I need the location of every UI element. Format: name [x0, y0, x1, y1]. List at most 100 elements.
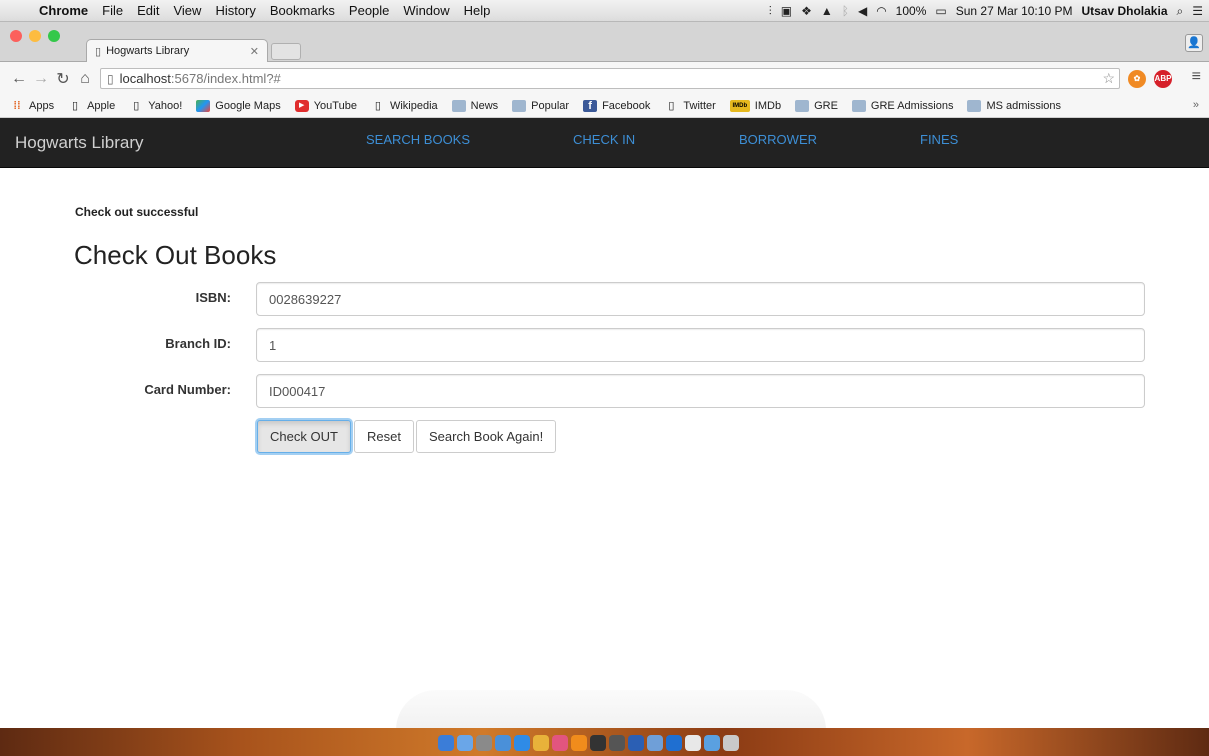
adblock-icon[interactable]: ABP [1154, 70, 1172, 88]
bookmarks-overflow-icon[interactable]: » [1193, 99, 1199, 111]
trash-icon[interactable] [723, 735, 739, 751]
bookmark-star-icon[interactable]: ☆ [1102, 70, 1115, 87]
bookmark-label: GRE Admissions [870, 100, 954, 112]
tab-title: Hogwarts Library [106, 45, 190, 57]
dropbox-icon[interactable]: ❖ [801, 4, 812, 18]
bookmark-label: Apps [29, 100, 55, 112]
reset-button[interactable]: Reset [354, 420, 414, 453]
isbn-input[interactable] [256, 282, 1145, 316]
window-minimize-button[interactable] [29, 30, 41, 42]
sublime-text-icon[interactable] [609, 735, 625, 751]
bookmark-imdb[interactable]: IMDb IMDb [729, 100, 781, 112]
bookmark-youtube[interactable]: ▶ YouTube [294, 100, 357, 112]
launchpad-icon[interactable] [457, 735, 473, 751]
bookmark-google-maps[interactable]: Google Maps [196, 100, 281, 112]
card-number-input[interactable] [256, 374, 1145, 408]
nav-link-check-in[interactable]: CHECK IN [573, 132, 635, 147]
branch-id-label: Branch ID: [165, 336, 231, 351]
bluetooth-icon[interactable]: ᛒ [842, 4, 849, 18]
spotlight-search-icon[interactable]: ⌕ [1177, 4, 1184, 19]
terminal-icon[interactable] [590, 735, 606, 751]
clock[interactable]: Sun 27 Mar 10:10 PM [956, 4, 1073, 18]
bookmark-twitter[interactable]: ▯ Twitter [664, 100, 715, 112]
preview-icon[interactable] [495, 735, 511, 751]
menu-people[interactable]: People [342, 3, 396, 18]
nav-link-fines[interactable]: FINES [920, 132, 958, 147]
wifi-icon[interactable]: ◠ [876, 4, 886, 18]
browser-tab-active[interactable]: ▯ Hogwarts Library ✕ [86, 39, 268, 62]
bookmark-label: Wikipedia [389, 100, 438, 112]
menu-window[interactable]: Window [396, 3, 456, 18]
one-password-icon[interactable] [666, 735, 682, 751]
bookmark-gre[interactable]: GRE [795, 100, 838, 112]
brand-logo-text[interactable]: Hogwarts Library [15, 133, 144, 153]
notification-center-icon[interactable]: ☰ [1192, 4, 1203, 18]
check-out-button[interactable]: Check OUT [257, 420, 351, 453]
bookmark-apps[interactable]: ⁞⁞ Apps [10, 100, 54, 112]
profile-icon[interactable]: 👤 [1185, 34, 1203, 52]
volume-icon[interactable]: ◀ [858, 4, 867, 18]
address-bar[interactable]: ▯ localhost :5678/index.html?# ☆ [100, 68, 1120, 89]
reload-icon[interactable]: ↻ [52, 69, 74, 89]
battery-percent[interactable]: 100% [896, 4, 927, 18]
utility-icon[interactable] [647, 735, 663, 751]
page-icon: ▯ [374, 100, 381, 112]
url-host: localhost [119, 71, 171, 86]
macos-menubar: Chrome File Edit View History Bookmarks … [0, 0, 1209, 22]
nav-link-borrower[interactable]: BORROWER [739, 132, 817, 147]
home-icon[interactable]: ⌂ [74, 70, 96, 88]
menu-history[interactable]: History [208, 3, 262, 18]
new-tab-button[interactable] [271, 43, 301, 60]
folder-icon [451, 100, 466, 112]
menu-view[interactable]: View [166, 3, 208, 18]
bookmark-facebook[interactable]: f Facebook [583, 100, 650, 112]
user-name[interactable]: Utsav Dholakia [1081, 4, 1167, 18]
back-arrow-icon[interactable]: ← [8, 70, 30, 88]
word-icon[interactable] [628, 735, 644, 751]
nav-link-search-books[interactable]: SEARCH BOOKS [366, 132, 470, 147]
system-preferences-icon[interactable] [476, 735, 492, 751]
document-icon[interactable] [685, 735, 701, 751]
folder-icon [512, 100, 527, 112]
extension-icon[interactable]: ✿ [1128, 70, 1146, 88]
bookmark-yahoo[interactable]: ▯ Yahoo! [129, 100, 182, 112]
search-book-again-button[interactable]: Search Book Again! [416, 420, 557, 453]
bookmark-wikipedia[interactable]: ▯ Wikipedia [371, 100, 438, 112]
bookmark-apple[interactable]: ▯ Apple [68, 100, 115, 112]
bookmark-label: News [470, 100, 499, 112]
chrome-menu-icon[interactable]: ≡ [1192, 68, 1201, 86]
screen-icon[interactable]: ▣ [781, 4, 792, 18]
safari-icon[interactable] [514, 735, 530, 751]
vlc-icon[interactable] [571, 735, 587, 751]
chrome-icon[interactable] [533, 735, 549, 751]
bookmark-news[interactable]: News [451, 100, 499, 112]
menu-edit[interactable]: Edit [130, 3, 166, 18]
card-number-label: Card Number: [144, 382, 231, 397]
menu-file[interactable]: File [95, 3, 130, 18]
bookmark-ms-admissions[interactable]: MS admissions [967, 100, 1061, 112]
audio-mixer-icon[interactable]: ⫶ [769, 4, 772, 19]
form-group-card-number: Card Number: [0, 374, 1209, 408]
bookmark-label: Yahoo! [148, 100, 183, 112]
window-close-button[interactable] [10, 30, 22, 42]
window-zoom-button[interactable] [48, 30, 60, 42]
drive-icon[interactable]: ▲ [821, 4, 833, 18]
bookmark-label: Popular [531, 100, 570, 112]
finder-icon[interactable] [438, 735, 454, 751]
forward-arrow-icon[interactable]: → [30, 70, 52, 88]
menu-app-chrome[interactable]: Chrome [32, 3, 95, 18]
bookmark-popular[interactable]: Popular [512, 100, 569, 112]
downloads-folder-icon[interactable] [704, 735, 720, 751]
tab-close-icon[interactable]: ✕ [250, 45, 259, 58]
page-icon: ▯ [107, 71, 114, 86]
menu-bookmarks[interactable]: Bookmarks [263, 3, 342, 18]
branch-id-input[interactable] [256, 328, 1145, 362]
itunes-icon[interactable] [552, 735, 568, 751]
bookmark-label: Facebook [602, 100, 651, 112]
apps-grid-icon: ⁞⁞ [13, 100, 21, 112]
bookmark-gre-admissions[interactable]: GRE Admissions [851, 100, 954, 112]
bookmark-label: YouTube [313, 100, 357, 112]
bookmark-label: GRE [814, 100, 838, 112]
menu-help[interactable]: Help [457, 3, 498, 18]
battery-icon[interactable]: ▭ [935, 4, 946, 18]
